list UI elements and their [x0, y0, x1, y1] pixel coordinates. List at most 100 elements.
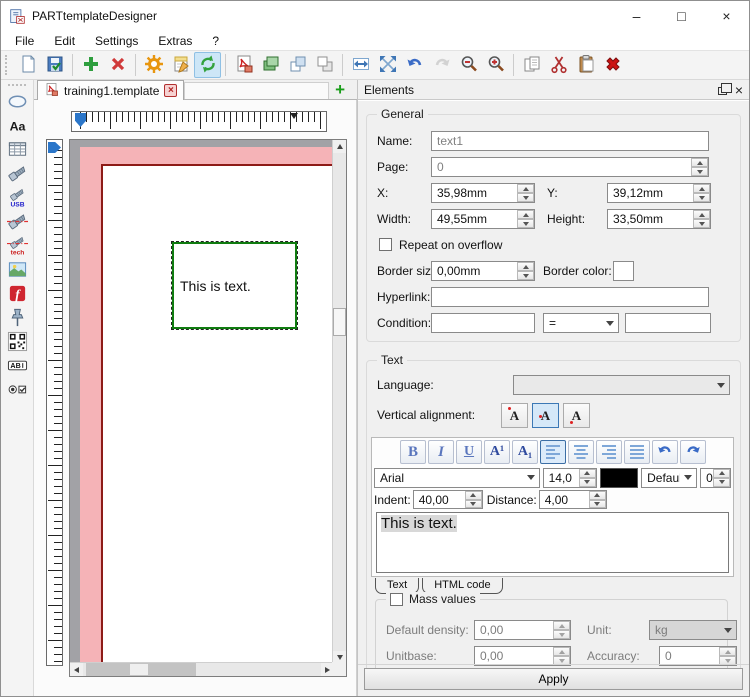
outline-field[interactable]: 0 — [700, 468, 731, 488]
toolbar-paste-button[interactable] — [572, 52, 599, 78]
unitbase-spinner[interactable] — [553, 647, 570, 665]
toolbar-send-backward-button[interactable] — [311, 52, 338, 78]
y-spinner[interactable] — [693, 184, 710, 202]
format-align-center-button[interactable] — [568, 440, 594, 464]
tool-part-3d-button[interactable] — [3, 163, 31, 187]
scroll-up-button[interactable] — [333, 140, 347, 153]
distance-field[interactable]: 4,00 — [539, 490, 607, 509]
page-field[interactable]: 0 — [431, 157, 709, 177]
text-content-editor[interactable]: This is text. — [376, 512, 729, 573]
width-spinner[interactable] — [517, 210, 534, 228]
palette-handle[interactable] — [8, 84, 26, 89]
close-panel-icon[interactable]: × — [735, 84, 743, 96]
font-family-dropdown[interactable]: Arial — [374, 468, 540, 488]
tool-part-usb-button[interactable]: USB — [3, 187, 31, 211]
default-density-field[interactable]: 0,00 — [474, 620, 571, 640]
language-dropdown[interactable] — [513, 375, 730, 395]
format-superscript-button[interactable]: A¹ — [484, 440, 510, 464]
toolbar-settings-button[interactable] — [140, 52, 167, 78]
toolbar-delete-all-button[interactable] — [599, 52, 626, 78]
menu-extras[interactable]: Extras — [148, 32, 202, 50]
format-underline-button[interactable]: U — [456, 440, 482, 464]
format-align-justify-button[interactable] — [624, 440, 650, 464]
toolbar-cut-button[interactable] — [545, 52, 572, 78]
font-size-spinner[interactable] — [579, 469, 596, 487]
tool-pin-button[interactable] — [3, 307, 31, 331]
horizontal-ruler[interactable] — [71, 111, 327, 132]
toolbar-save-button[interactable] — [41, 52, 68, 78]
height-spinner[interactable] — [693, 210, 710, 228]
font-style-dropdown[interactable]: Default — [641, 468, 697, 488]
format-bold-button[interactable]: B — [400, 440, 426, 464]
toolbar-new-document-button[interactable] — [14, 52, 41, 78]
tool-image-button[interactable] — [3, 259, 31, 283]
repeat-on-overflow-checkbox[interactable] — [379, 238, 392, 251]
tool-part-tech-button[interactable]: tech — [3, 235, 31, 259]
add-tab-button[interactable]: + — [335, 80, 345, 100]
menu-help[interactable]: ? — [202, 32, 229, 50]
toolbar-sync-button[interactable] — [194, 52, 221, 78]
format-align-right-button[interactable] — [596, 440, 622, 464]
border-size-spinner[interactable] — [517, 262, 534, 280]
valign-top-button[interactable]: A — [501, 403, 528, 428]
border-color-swatch[interactable] — [613, 261, 634, 281]
menu-edit[interactable]: Edit — [44, 32, 85, 50]
horizontal-scrollbar[interactable] — [70, 662, 334, 676]
toolbar-redo-button[interactable] — [428, 52, 455, 78]
toolbar-template-button[interactable] — [167, 52, 194, 78]
ruler-indent-marker[interactable] — [290, 113, 298, 119]
height-field[interactable]: 33,50mm — [607, 209, 711, 229]
toolbar-zoom-out-button[interactable] — [455, 52, 482, 78]
toolbar-zoom-in-button[interactable] — [482, 52, 509, 78]
toolbar-fit-window-button[interactable] — [374, 52, 401, 78]
unitbase-field[interactable]: 0,00 — [474, 646, 571, 666]
horizontal-scroll-thumb[interactable] — [86, 663, 196, 676]
vertical-scrollbar[interactable] — [332, 140, 346, 664]
toolbar-delete-button[interactable] — [104, 52, 131, 78]
tab-training1[interactable]: training1.template × — [37, 80, 184, 100]
vertical-scroll-thumb[interactable] — [333, 308, 346, 336]
tool-flash-button[interactable]: f — [3, 283, 31, 307]
toolbar-fit-width-button[interactable] — [347, 52, 374, 78]
y-field[interactable]: 39,12mm — [607, 183, 711, 203]
font-size-field[interactable]: 14,0 — [543, 468, 597, 488]
tool-form-controls-button[interactable] — [3, 379, 31, 403]
toolbar-handle[interactable] — [5, 55, 9, 75]
tool-part-2d-button[interactable] — [3, 211, 31, 235]
hyperlink-field[interactable] — [431, 287, 709, 307]
unit-dropdown[interactable]: kg — [649, 620, 737, 640]
float-panel-icon[interactable] — [718, 87, 727, 95]
accuracy-field[interactable]: 0 — [659, 646, 737, 666]
toolbar-bring-forward-button[interactable] — [284, 52, 311, 78]
format-redo-button[interactable] — [680, 440, 706, 464]
format-undo-button[interactable] — [652, 440, 678, 464]
vertical-ruler[interactable] — [46, 139, 63, 666]
format-align-left-button[interactable] — [540, 440, 566, 464]
indent-field[interactable]: 40,00 — [413, 490, 483, 509]
font-color-swatch[interactable] — [600, 468, 639, 488]
name-field[interactable]: text1 — [431, 131, 709, 151]
mass-values-checkbox[interactable] — [390, 593, 403, 606]
apply-button[interactable]: Apply — [364, 668, 743, 690]
accuracy-spinner[interactable] — [719, 647, 736, 665]
tool-text-field-button[interactable]: AB — [3, 355, 31, 379]
tool-ellipse-button[interactable] — [3, 91, 31, 115]
toolbar-copy-button[interactable] — [518, 52, 545, 78]
valign-bottom-button[interactable]: A — [563, 403, 590, 428]
page[interactable] — [101, 164, 347, 677]
menu-file[interactable]: File — [5, 32, 44, 50]
format-subscript-button[interactable]: A₁ — [512, 440, 538, 464]
distance-spinner[interactable] — [589, 491, 606, 508]
scroll-left-button[interactable] — [70, 663, 83, 676]
tool-table-button[interactable] — [3, 139, 31, 163]
toolbar-undo-button[interactable] — [401, 52, 428, 78]
valign-middle-button[interactable]: A — [532, 403, 559, 428]
border-size-field[interactable]: 0,00mm — [431, 261, 535, 281]
format-italic-button[interactable]: I — [428, 440, 454, 464]
toolbar-add-button[interactable] — [77, 52, 104, 78]
page-spinner[interactable] — [691, 158, 708, 176]
condition-right-field[interactable] — [625, 313, 711, 333]
x-field[interactable]: 35,98mm — [431, 183, 535, 203]
close-button[interactable]: × — [704, 1, 749, 31]
minimize-button[interactable]: – — [614, 1, 659, 31]
